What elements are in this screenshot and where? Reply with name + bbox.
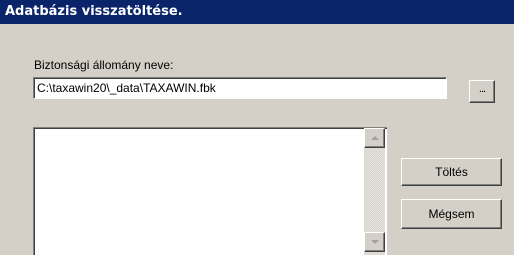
scroll-down-button[interactable] xyxy=(364,232,385,252)
cancel-button[interactable]: Mégsem xyxy=(401,199,502,229)
log-scrollbar[interactable] xyxy=(364,128,385,255)
restore-database-dialog: Adatbázis visszatöltése. Biztonsági állo… xyxy=(0,0,514,255)
arrow-up-icon xyxy=(370,136,379,140)
load-button[interactable]: Töltés xyxy=(401,158,502,186)
backup-file-path-input[interactable] xyxy=(33,77,447,99)
log-list-box[interactable] xyxy=(33,127,387,255)
dialog-title: Adatbázis visszatöltése. xyxy=(0,0,514,24)
browse-button[interactable]: ... xyxy=(469,80,495,103)
arrow-down-icon xyxy=(370,240,379,244)
scroll-up-button[interactable] xyxy=(364,128,385,148)
backup-file-label: Biztonsági állomány neve: xyxy=(34,58,174,72)
